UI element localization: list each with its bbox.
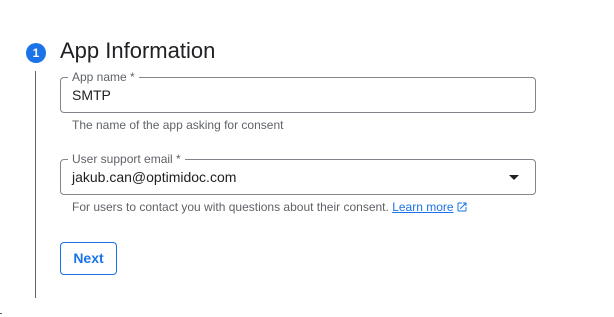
- divider-fragment: [0, 313, 2, 314]
- learn-more-link-text[interactable]: Learn more: [392, 200, 453, 214]
- section-title: App Information: [60, 38, 216, 63]
- next-button[interactable]: Next: [60, 242, 117, 275]
- app-name-value[interactable]: SMTP: [72, 87, 111, 104]
- learn-more-link[interactable]: Learn more: [392, 200, 467, 214]
- support-email-helper: For users to contact you with questions …: [72, 200, 468, 214]
- chevron-down-icon[interactable]: [509, 175, 519, 180]
- support-email-select[interactable]: User support email * jakub.can@optimidoc…: [60, 152, 536, 195]
- app-name-label: App name *: [68, 70, 139, 84]
- support-email-label: User support email *: [68, 152, 185, 166]
- app-name-helper-text: The name of the app asking for consent: [72, 118, 284, 132]
- step-number-badge: 1: [26, 43, 46, 63]
- support-email-value[interactable]: jakub.can@optimidoc.com: [72, 169, 236, 186]
- open-in-new-icon[interactable]: [456, 201, 468, 213]
- app-information-step: 1 App Information App name * SMTP The na…: [0, 0, 614, 317]
- support-email-helper-text: For users to contact you with questions …: [72, 200, 389, 214]
- app-name-field[interactable]: App name * SMTP: [60, 70, 536, 113]
- step-connector-line: [35, 71, 36, 298]
